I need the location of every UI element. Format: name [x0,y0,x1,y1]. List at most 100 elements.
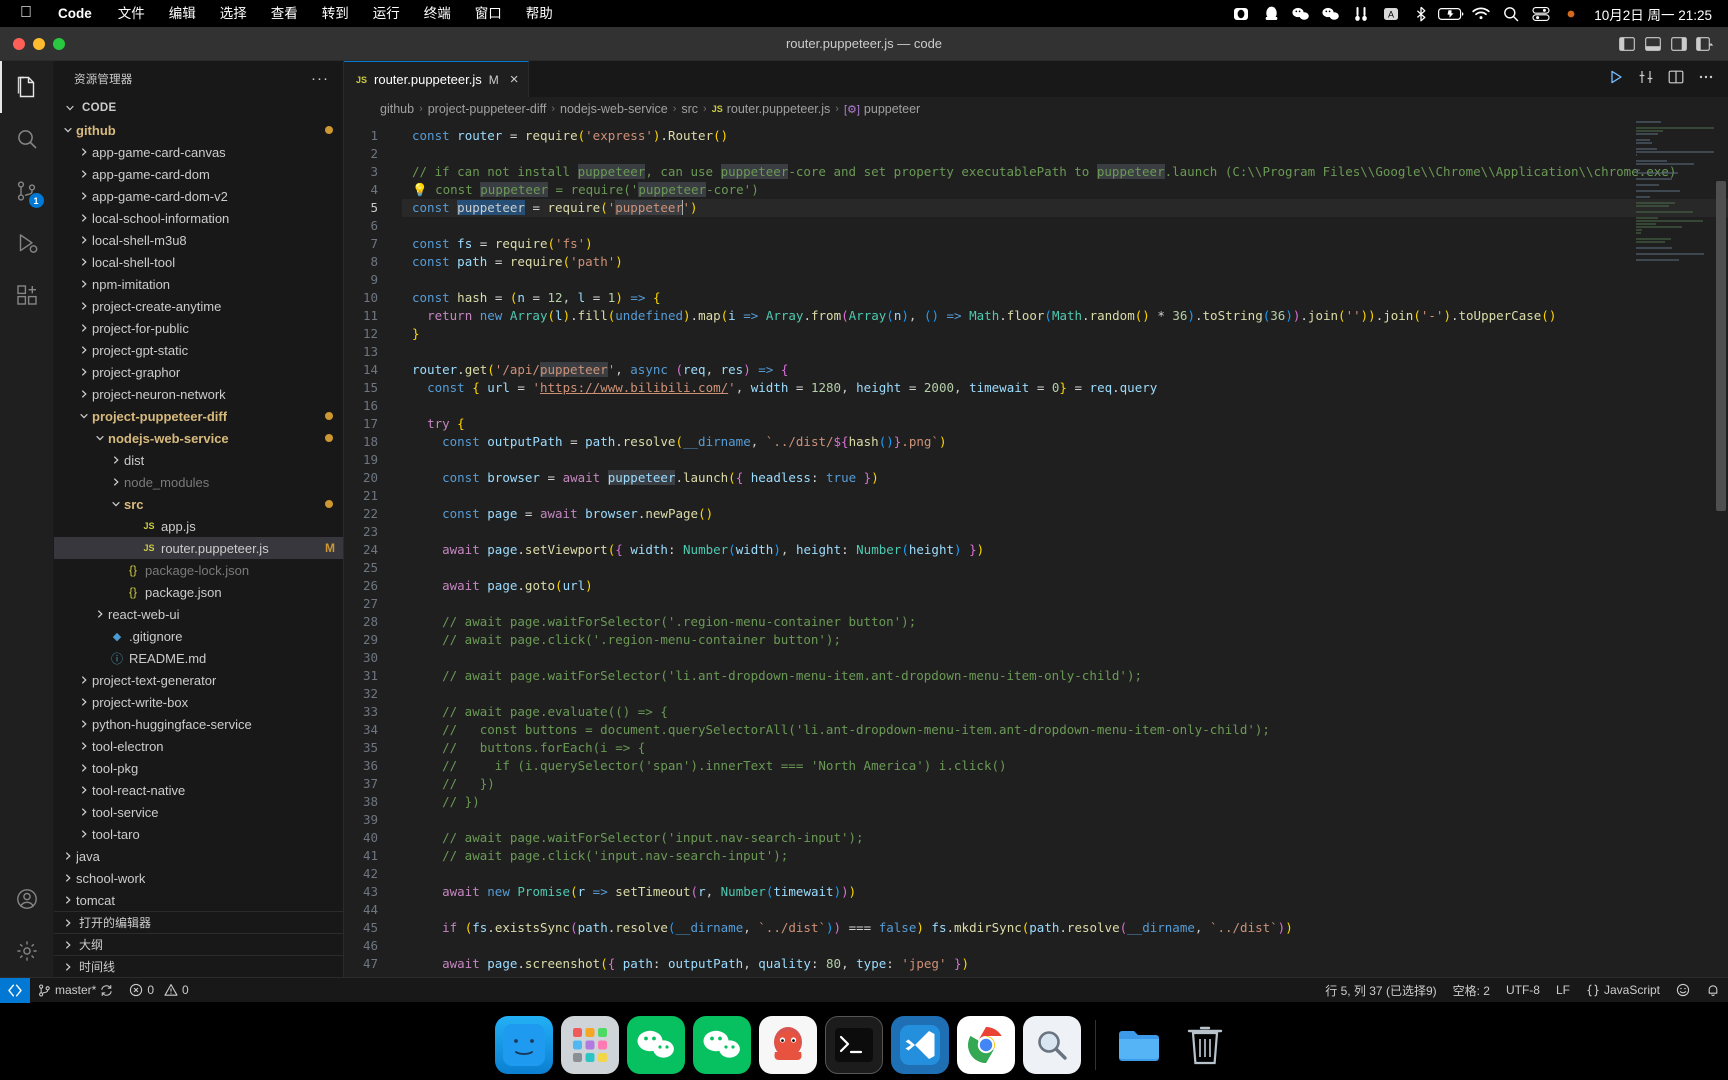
close-tab-icon[interactable]: × [506,72,519,87]
code-line[interactable] [402,487,1728,505]
code-line[interactable] [402,685,1728,703]
menu-help[interactable]: 帮助 [514,0,565,27]
maximize-window-button[interactable] [53,37,65,50]
tree-item-github[interactable]: github [54,119,343,141]
menu-run[interactable]: 运行 [361,0,412,27]
tree-item-project-graphor[interactable]: project-graphor [54,361,343,383]
split-editor-icon[interactable] [1668,69,1684,90]
tree-item-tool-react-native[interactable]: tool-react-native [54,779,343,801]
tree-item-local-shell-tool[interactable]: local-shell-tool [54,251,343,273]
code-line[interactable] [402,649,1728,667]
chevron-right-icon[interactable] [76,279,92,289]
panel-outline[interactable]: 大纲 [54,933,343,955]
tree-item-project-write-box[interactable]: project-write-box [54,691,343,713]
code-editor[interactable]: 1 2 3 4 5 6 7 8 9 10 11 12 13 14 15 16 17 18 19 20 21 22 23 24 2… [344,121,1728,977]
control-center-icon[interactable] [1526,0,1556,27]
status-language-mode[interactable]: JavaScript [1578,978,1668,1003]
tree-item-project-create-anytime[interactable]: project-create-anytime [54,295,343,317]
code-line[interactable] [402,523,1728,541]
code-line[interactable]: } [402,325,1728,343]
toggle-panel-icon[interactable] [1642,33,1664,55]
chevron-right-icon[interactable] [60,873,76,883]
file-tree[interactable]: github app-game-card-canvas app-game-card-… [54,119,343,911]
chevron-right-icon[interactable] [76,213,92,223]
airpods-icon[interactable] [1346,0,1376,27]
chevron-down-icon[interactable] [108,499,124,509]
menu-go[interactable]: 转到 [310,0,361,27]
split-diff-icon[interactable] [1638,69,1654,90]
tree-item-nodejs-web-service[interactable]: nodejs-web-service [54,427,343,449]
code-line[interactable] [402,271,1728,289]
chevron-down-icon[interactable] [60,125,76,135]
code-line[interactable]: const router = require('express').Router… [402,127,1728,145]
status-problems[interactable]: 0 0 [121,978,196,1003]
breadcrumb-item-project-puppeteer-diff[interactable]: project-puppeteer-diff [428,102,547,116]
tree-item-project-for-public[interactable]: project-for-public [54,317,343,339]
status-branch[interactable]: master* [30,978,121,1003]
chevron-right-icon[interactable] [76,147,92,157]
breadcrumb[interactable]: github › project-puppeteer-diff › nodejs-web… [344,97,1728,121]
wechat-work-icon[interactable] [1316,0,1346,27]
tree-item-tool-service[interactable]: tool-service [54,801,343,823]
menu-view[interactable]: 查看 [259,0,310,27]
tree-item-dist[interactable]: dist [54,449,343,471]
menu-window[interactable]: 窗口 [463,0,514,27]
code-line[interactable]: const path = require('path') [402,253,1728,271]
chevron-right-icon[interactable] [76,719,92,729]
code-line[interactable]: const { url = 'https://www.bilibili.com/… [402,379,1728,397]
toggle-primary-sidebar-icon[interactable] [1616,33,1638,55]
chevron-right-icon[interactable] [76,191,92,201]
dock-item-wechat[interactable] [626,1016,685,1074]
menu-edit[interactable]: 编辑 [157,0,208,27]
tree-item-node-modules[interactable]: node_modules [54,471,343,493]
tree-item-java[interactable]: java [54,845,343,867]
activitybar-item-source-control[interactable]: 1 [0,165,54,217]
chevron-right-icon[interactable] [76,807,92,817]
code-line[interactable]: const page = await browser.newPage() [402,505,1728,523]
code-line[interactable] [402,145,1728,163]
tree-item-tool-pkg[interactable]: tool-pkg [54,757,343,779]
tab-router-puppeteer-js[interactable]: JS router.puppeteer.js M × [344,61,530,97]
panel-timeline[interactable]: 时间线 [54,955,343,977]
code-line[interactable]: await page.screenshot({ path: outputPath… [402,955,1728,973]
code-line[interactable]: const fs = require('fs') [402,235,1728,253]
tree-item-local-shell-m3u8[interactable]: local-shell-m3u8 [54,229,343,251]
chevron-down-icon[interactable] [92,433,108,443]
tree-item-local-school-information[interactable]: local-school-information [54,207,343,229]
chevron-right-icon[interactable] [76,697,92,707]
code-line[interactable]: return new Array(l).fill(undefined).map(… [402,307,1728,325]
code-line[interactable]: // if (i.querySelector('span').innerText… [402,757,1728,775]
fold-gutter[interactable] [388,121,402,977]
input-method-icon[interactable]: A [1376,0,1406,27]
more-actions-icon[interactable] [1698,69,1714,90]
chevron-right-icon[interactable] [76,785,92,795]
activitybar-item-search[interactable] [0,113,54,165]
tree-item-tomcat[interactable]: tomcat [54,889,343,911]
run-icon[interactable] [1608,69,1624,90]
remote-window-button[interactable] [0,977,30,1003]
tree-item--gitignore[interactable]: ◆ .gitignore [54,625,343,647]
code-line[interactable] [402,865,1728,883]
activitybar-item-run-and-debug[interactable] [0,217,54,269]
chevron-right-icon[interactable] [76,367,92,377]
tree-item-project-text-generator[interactable]: project-text-generator [54,669,343,691]
tree-item-app-js[interactable]: JS app.js [54,515,343,537]
tree-item-package-lock-json[interactable]: {} package-lock.json [54,559,343,581]
breadcrumb-item-github[interactable]: github [380,102,414,116]
code-line[interactable]: // await page.waitForSelector('.region-m… [402,613,1728,631]
menubar-app-name[interactable]: Code [44,6,106,21]
tree-item-python-huggingface-service[interactable]: python-huggingface-service [54,713,343,735]
tree-item-package-json[interactable]: {} package.json [54,581,343,603]
dock-item-google-chrome[interactable] [956,1016,1015,1074]
code-line[interactable]: if (fs.existsSync(path.resolve(__dirname… [402,919,1728,937]
dock-item-preview[interactable] [1022,1016,1081,1074]
tree-item-readme-md[interactable]: ⓘ README.md [54,647,343,669]
chevron-right-icon[interactable] [76,389,92,399]
tree-item-app-game-card-dom-v2[interactable]: app-game-card-dom-v2 [54,185,343,207]
code-line[interactable] [402,217,1728,235]
code-content[interactable]: const router = require('express').Router… [402,121,1728,977]
code-line[interactable]: const browser = await puppeteer.launch({… [402,469,1728,487]
code-line[interactable]: // }) [402,793,1728,811]
chevron-right-icon[interactable] [76,301,92,311]
tree-item-npm-imitation[interactable]: npm-imitation [54,273,343,295]
